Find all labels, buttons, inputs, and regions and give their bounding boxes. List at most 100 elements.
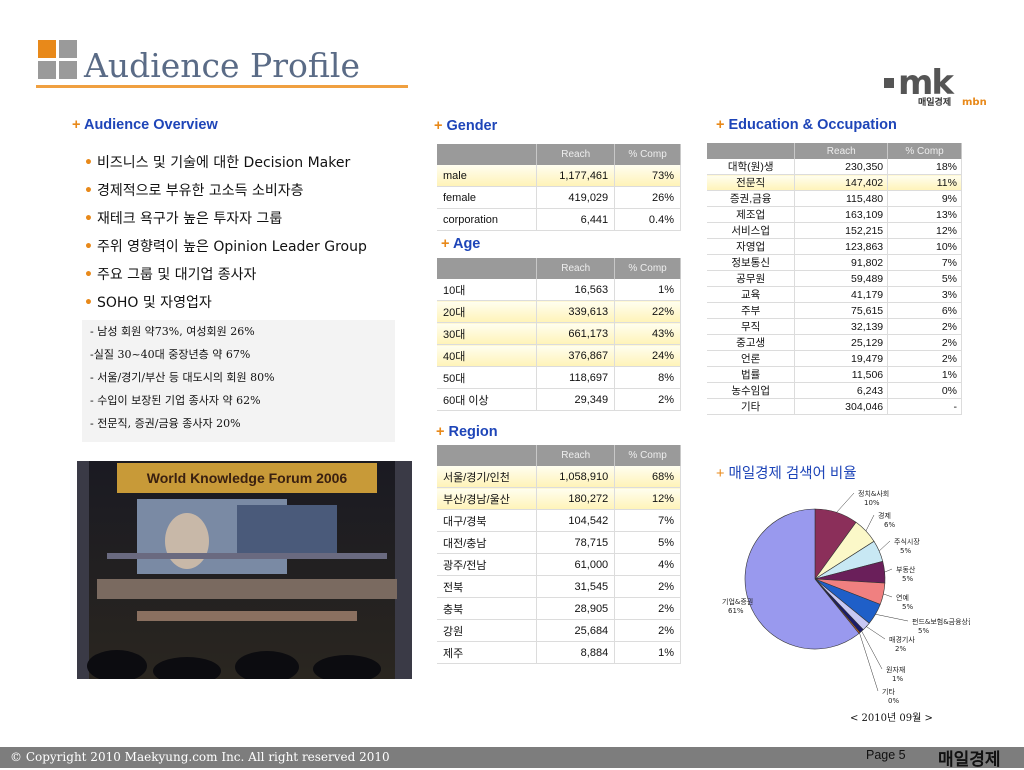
page-title: Audience Profile xyxy=(84,46,360,85)
table-row: 기타 304,046- xyxy=(707,398,962,415)
forum-photo: World Knowledge Forum 2006 xyxy=(77,461,412,679)
table-cell-label: 제주 xyxy=(437,641,538,664)
table-cell-reach: 61,000 xyxy=(536,553,616,576)
brand-logo-sub2: mbn xyxy=(962,97,987,108)
list-item: • 주위 영향력이 높은 Opinion Leader Group xyxy=(84,236,367,264)
plus-icon: + xyxy=(441,236,450,252)
table-row: 언론 19,479 2% xyxy=(707,350,962,367)
table-cell-comp: 8% xyxy=(614,366,681,389)
table-cell-label: 자영업 xyxy=(707,238,796,255)
bullet-icon: • xyxy=(84,155,93,171)
column-header xyxy=(437,258,538,279)
logo-square-gray xyxy=(59,40,77,58)
table-cell-reach: 29,349 xyxy=(536,388,616,411)
table-cell-label: 정보통신 xyxy=(707,254,796,271)
search-ratio-pie-chart: 정치&사회10%경제6%주식시장5%부동산5%연예5%펀드&보험&금융상품5%매… xyxy=(722,489,970,704)
table-cell-label: 대전/충남 xyxy=(437,531,538,554)
table-row: 교육 41,179 3% xyxy=(707,286,962,303)
table-row: 제주 8,884 1% xyxy=(437,641,681,664)
table-cell-comp: 2% xyxy=(887,318,962,335)
table-cell-comp: 5% xyxy=(614,531,681,554)
column-header: Reach xyxy=(536,258,616,279)
detail-line: - 서울/경기/부산 등 대도시의 회원 80% xyxy=(90,371,275,384)
pie-leader-line xyxy=(836,492,855,513)
table-cell-comp: 2% xyxy=(887,334,962,351)
column-header: Reach xyxy=(794,143,889,159)
table-cell-reach: 339,613 xyxy=(536,300,616,323)
region-heading-label: Region xyxy=(448,424,498,440)
table-cell-label: 전문직 xyxy=(707,174,796,191)
gender-heading-label: Gender xyxy=(446,118,498,134)
table-cell-label: 40대 xyxy=(437,344,538,367)
education-heading: + Education & Occupation xyxy=(716,117,897,133)
table-row: 40대 376,867 24% xyxy=(437,344,681,367)
table-cell-label: 10대 xyxy=(437,279,538,301)
table-row: 대전/충남 78,715 5% xyxy=(437,531,681,554)
pie-leader-line xyxy=(865,514,875,532)
table-cell-comp: 4% xyxy=(614,553,681,576)
table-cell-label: 강원 xyxy=(437,619,538,642)
plus-icon: + xyxy=(72,117,81,133)
table-cell-reach: 304,046 xyxy=(794,398,889,415)
table-row: 전북 31,545 2% xyxy=(437,575,681,598)
table-cell-reach: 31,545 xyxy=(536,575,616,598)
table-cell-reach: 41,179 xyxy=(794,286,889,303)
table-cell-label: 법률 xyxy=(707,366,796,383)
table-row: 법률 11,506 1% xyxy=(707,366,962,383)
region-table: Reach % Comp 서울/경기/인천 1,058,910 68% 부산/경남/울… xyxy=(437,445,681,664)
table-cell-reach: 28,905 xyxy=(536,597,616,620)
pie-leader-line xyxy=(866,626,886,640)
date-note: < 2010년 09월 > xyxy=(850,713,933,724)
table-cell-comp: 43% xyxy=(614,322,681,345)
logo-square-gray xyxy=(59,61,77,79)
table-cell-comp: 24% xyxy=(614,344,681,367)
table-row: 30대 661,173 43% xyxy=(437,322,681,345)
table-cell-reach: 6,441 xyxy=(536,208,616,231)
pie-slice-name: 펀드&보험&금융상품 xyxy=(912,617,970,626)
column-header xyxy=(707,143,796,159)
table-cell-reach: 152,215 xyxy=(794,222,889,239)
table-cell-reach: 661,173 xyxy=(536,322,616,345)
table-cell-reach: 8,884 xyxy=(536,641,616,664)
table-row: 강원 25,684 2% xyxy=(437,619,681,642)
table-row: 20대 339,613 22% xyxy=(437,300,681,323)
column-header: % Comp xyxy=(614,445,681,466)
table-cell-label: 전북 xyxy=(437,575,538,598)
bullet-text: 주요 그룹 및 대기업 종사자 xyxy=(96,267,257,283)
title-underline xyxy=(36,85,408,88)
table-cell-label: 50대 xyxy=(437,366,538,389)
table-row: 부산/경남/울산 180,272 12% xyxy=(437,487,681,510)
table-cell-label: 서울/경기/인천 xyxy=(437,466,538,488)
pie-leader-line xyxy=(859,632,879,692)
bullet-icon: • xyxy=(84,211,93,227)
bullet-text: SOHO 및 자영업자 xyxy=(96,295,212,311)
list-item: • 경제적으로 부유한 고소득 소비자층 xyxy=(84,180,367,208)
table-cell-reach: 104,542 xyxy=(536,509,616,532)
age-heading: + Age xyxy=(441,236,480,252)
table-cell-comp: 2% xyxy=(614,388,681,411)
table-cell-label: male xyxy=(437,165,538,187)
table-row: 광주/전남 61,000 4% xyxy=(437,553,681,576)
column-header: % Comp xyxy=(887,143,962,159)
table-cell-label: 제조업 xyxy=(707,206,796,223)
table-cell-reach: 25,684 xyxy=(536,619,616,642)
bullet-icon: • xyxy=(84,267,93,283)
table-cell-label: 중고생 xyxy=(707,334,796,351)
pie-slice-name: 기타 xyxy=(882,687,895,696)
table-cell-comp: 1% xyxy=(614,279,681,301)
table-cell-comp: - xyxy=(887,398,962,415)
detail-line: - 전문직, 증권/금융 종사자 20% xyxy=(90,417,241,430)
bullet-text: 비즈니스 및 기술에 대한 Decision Maker xyxy=(96,155,351,171)
overview-heading-label: Audience Overview xyxy=(83,117,218,133)
table-cell-label: 주부 xyxy=(707,302,796,319)
table-cell-reach: 376,867 xyxy=(536,344,616,367)
bullet-icon: • xyxy=(84,183,93,199)
table-row: 충북 28,905 2% xyxy=(437,597,681,620)
column-header xyxy=(437,144,538,165)
table-cell-reach: 25,129 xyxy=(794,334,889,351)
table-row: 60대 이상 29,349 2% xyxy=(437,388,681,411)
table-cell-comp: 18% xyxy=(887,159,962,175)
table-cell-label: 교육 xyxy=(707,286,796,303)
table-cell-label: 대학(원)생 xyxy=(707,159,796,175)
page-number: Page 5 xyxy=(866,748,906,762)
